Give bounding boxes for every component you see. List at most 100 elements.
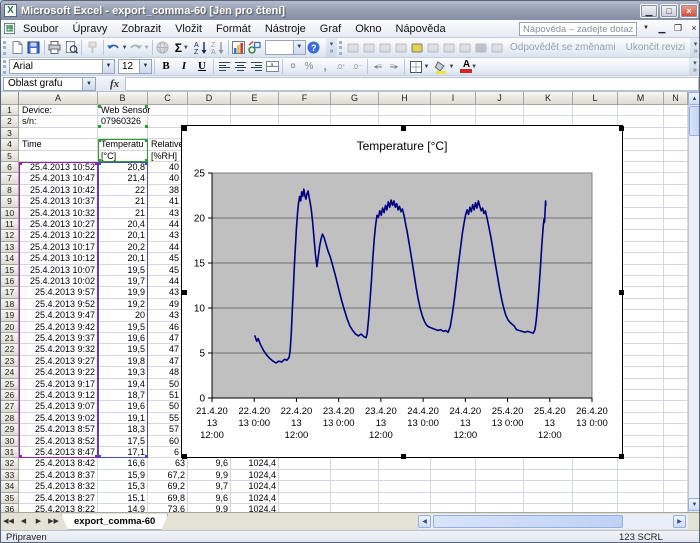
sheet-tab[interactable]: export_comma-60 [61,514,168,530]
row-header-20[interactable]: 20 [1,322,19,333]
chart-selection-handle[interactable] [619,126,624,131]
cell-B8[interactable]: 22 [98,185,148,196]
cell-B2[interactable]: 07960326 [98,116,148,127]
cell-B9[interactable]: 21 [98,196,148,207]
bold-icon[interactable]: B [157,59,175,75]
chart-selection-handle[interactable] [401,454,406,459]
toolbar-options-icon[interactable]: ▾» [690,38,700,57]
help-icon[interactable]: ? [306,39,322,56]
row-header-17[interactable]: 17 [1,287,19,298]
cell-A36[interactable]: 25.4.2013 8:22 [19,504,98,512]
row-header-34[interactable]: 34 [1,481,19,492]
doc-close-button[interactable]: × [687,22,700,35]
cell-C35[interactable]: 69,8 [148,493,188,504]
ask-dropdown-icon[interactable]: ▼ [639,22,653,35]
row-header-35[interactable]: 35 [1,493,19,504]
cell-A1[interactable]: Device: [19,105,98,116]
sort-asc-icon[interactable]: AZ [193,39,209,56]
cell-A8[interactable]: 25.4.2013 10:42 [19,185,98,196]
cell-B15[interactable]: 19,5 [98,265,148,276]
cell-A2[interactable]: s/n: [19,116,98,127]
cell-B1[interactable]: Web Sensor [98,105,188,116]
cell-A34[interactable]: 25.4.2013 8:32 [19,481,98,492]
row-header-36[interactable]: 36 [1,504,19,512]
cell-B11[interactable]: 20,4 [98,219,148,230]
cell-D32[interactable]: 9,6 [188,458,231,469]
chart-selection-handle[interactable] [619,290,624,295]
title-bar[interactable]: X Microsoft Excel - export_comma-60 [Jen… [1,1,700,20]
maximize-button[interactable]: □ [660,4,678,18]
align-left-icon[interactable] [216,59,232,74]
chart-selection-handle[interactable] [401,126,406,131]
font-color-icon[interactable]: A▼ [457,58,483,75]
chart-selection-handle[interactable] [182,454,187,459]
cell-A19[interactable]: 25.4.2013 9:47 [19,310,98,321]
cell-B17[interactable]: 19,9 [98,287,148,298]
column-header-L[interactable]: L [573,92,618,105]
cell-B6[interactable]: 20,8 [98,162,148,173]
cell-D34[interactable]: 9,7 [188,481,231,492]
menu-item-nástroje[interactable]: Nástroje [258,22,313,36]
row-header-27[interactable]: 27 [1,401,19,412]
row-header-16[interactable]: 16 [1,276,19,287]
menu-item-vložit[interactable]: Vložit [168,22,209,36]
column-header-B[interactable]: B [98,92,148,105]
cell-B29[interactable]: 18,3 [98,424,148,435]
reply-with-changes-button[interactable]: Odpovědět se změnami [510,42,616,53]
autosum-icon[interactable]: Σ▼ [171,39,193,56]
chart-selection-handle[interactable] [182,290,187,295]
cell-B12[interactable]: 20,1 [98,230,148,241]
cell-B35[interactable]: 15,1 [98,493,148,504]
cell-A28[interactable]: 25.4.2013 9:02 [19,413,98,424]
cell-B16[interactable]: 19,7 [98,276,148,287]
worksheet-grid[interactable]: ABCDEFGHIJKLMN12345678910111213141516171… [1,92,700,512]
cell-A10[interactable]: 25.4.2013 10:32 [19,208,98,219]
cell-A13[interactable]: 25.4.2013 10:17 [19,242,98,253]
drawing-icon[interactable] [247,39,263,56]
row-header-24[interactable]: 24 [1,367,19,378]
column-header-K[interactable]: K [524,92,573,105]
column-header-G[interactable]: G [331,92,379,105]
cell-B21[interactable]: 19,6 [98,333,148,344]
horizontal-scroll-thumb[interactable] [433,515,623,528]
underline-icon[interactable]: U [193,59,211,75]
menu-item-nápověda[interactable]: Nápověda [389,22,453,36]
scroll-up-icon[interactable]: ▲ [688,92,700,105]
cell-B7[interactable]: 21,4 [98,173,148,184]
cell-D35[interactable]: 9,6 [188,493,231,504]
cell-B34[interactable]: 15,3 [98,481,148,492]
vertical-scroll-thumb[interactable] [689,106,700,136]
new-comment-icon[interactable] [409,40,425,55]
column-header-E[interactable]: E [231,92,279,105]
cell-A24[interactable]: 25.4.2013 9:22 [19,367,98,378]
cell-B36[interactable]: 14,9 [98,504,148,512]
cell-B31[interactable]: 17,1 [98,447,148,458]
close-button[interactable]: × [680,4,698,18]
cell-A21[interactable]: 25.4.2013 9:37 [19,333,98,344]
row-header-7[interactable]: 7 [1,173,19,184]
hyperlink-icon[interactable] [154,39,170,56]
cell-C36[interactable]: 73,6 [148,504,188,512]
column-header-H[interactable]: H [379,92,431,105]
chart-selection-handle[interactable] [182,126,187,131]
font-name-combo[interactable]: Arial▼ [9,59,115,74]
currency-icon[interactable]: ¤ [285,59,301,74]
cell-C33[interactable]: 67,2 [148,470,188,481]
cell-A7[interactable]: 25.4.2013 10:47 [19,173,98,184]
column-header-I[interactable]: I [431,92,476,105]
redo-icon[interactable]: ▼ [128,39,150,56]
minimize-button[interactable]: ▁ [640,4,658,18]
vertical-scrollbar[interactable]: ▲▼ [688,92,700,512]
menu-item-zobrazit[interactable]: Zobrazit [114,22,168,36]
cell-A32[interactable]: 25.4.2013 8:42 [19,458,98,469]
cell-B27[interactable]: 19,6 [98,401,148,412]
cell-E35[interactable]: 1024,4 [231,493,279,504]
update-file-icon[interactable] [345,40,361,55]
cell-B23[interactable]: 19,8 [98,356,148,367]
cell-B5[interactable]: [°C] [98,151,148,162]
row-header-21[interactable]: 21 [1,333,19,344]
row-header-13[interactable]: 13 [1,242,19,253]
font-size-combo[interactable]: 12▼ [118,59,152,74]
cell-A12[interactable]: 25.4.2013 10:22 [19,230,98,241]
row-header-29[interactable]: 29 [1,424,19,435]
